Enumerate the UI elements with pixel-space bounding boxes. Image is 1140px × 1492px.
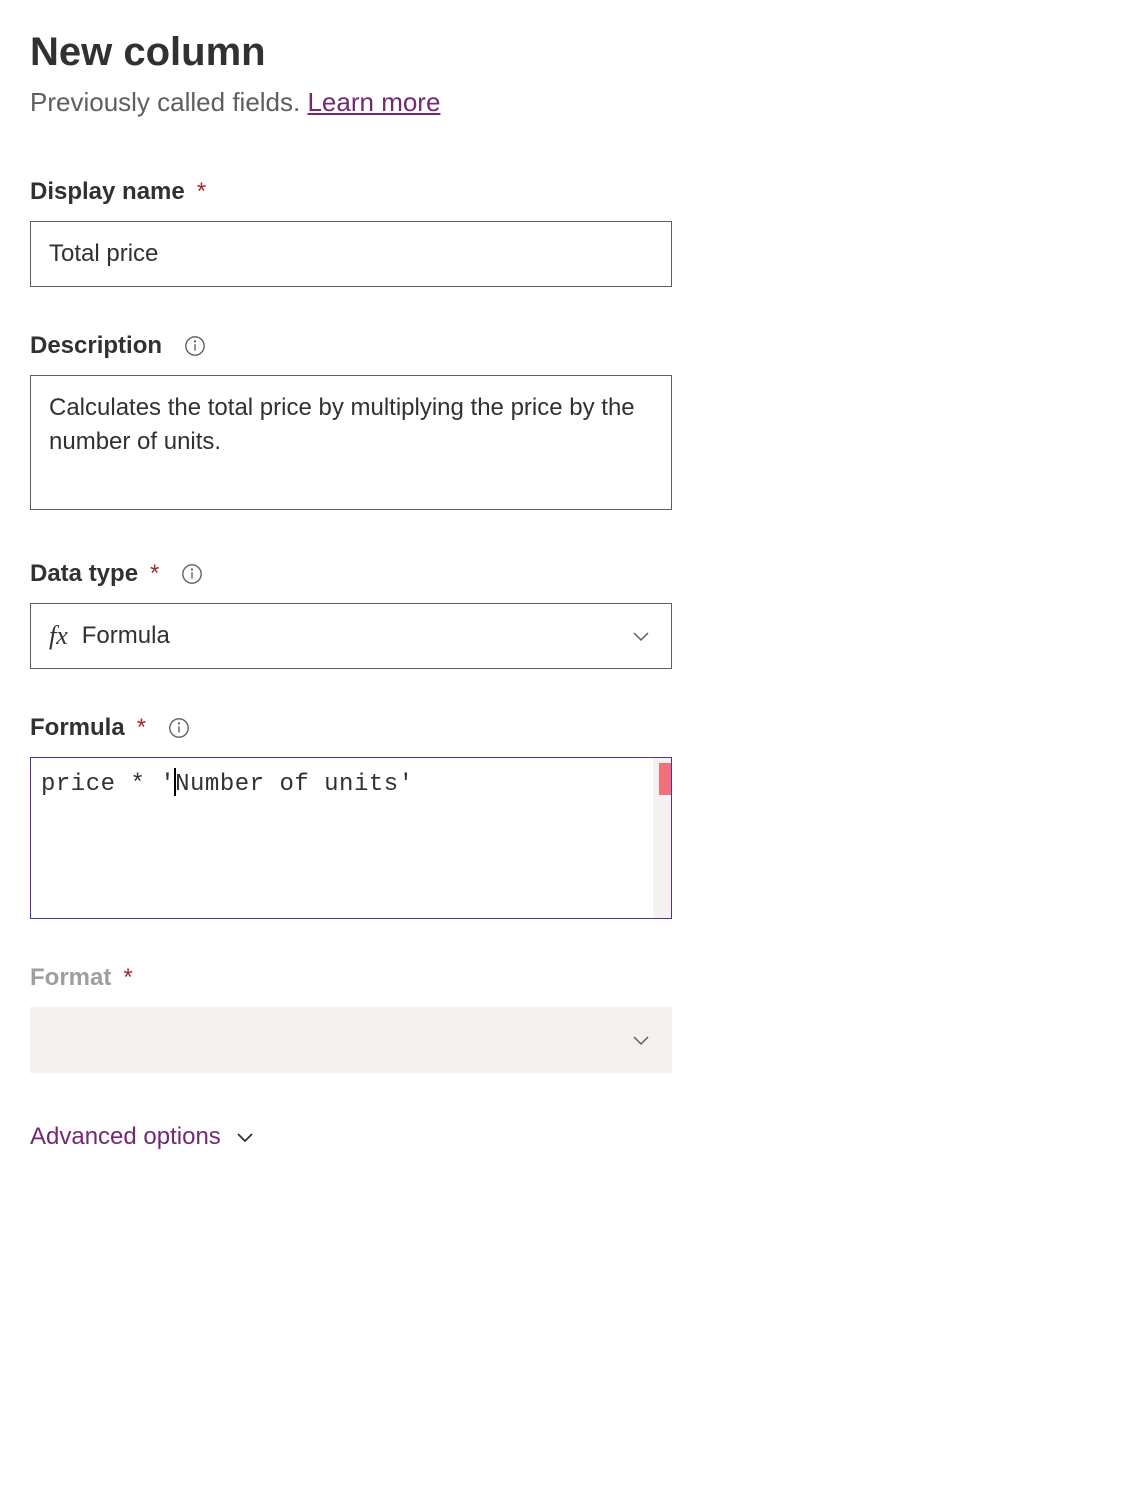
format-label: Format *	[30, 964, 1110, 992]
fx-icon: fx	[49, 621, 68, 651]
required-asterisk: *	[197, 178, 206, 206]
data-type-label: Data type *	[30, 560, 1110, 588]
field-group-description: Description Calculates the total price b…	[30, 332, 1110, 515]
info-icon[interactable]	[168, 717, 190, 739]
advanced-options-toggle[interactable]: Advanced options	[30, 1123, 1110, 1151]
page-subtitle: Previously called fields. Learn more	[30, 87, 1110, 118]
formula-label: Formula *	[30, 714, 1110, 742]
display-name-input[interactable]	[30, 221, 672, 287]
required-asterisk: *	[150, 560, 159, 588]
chevron-down-icon	[629, 624, 653, 648]
description-label: Description	[30, 332, 1110, 360]
field-group-display-name: Display name *	[30, 178, 1110, 287]
page-title: New column	[30, 30, 1110, 75]
chevron-down-icon	[629, 1028, 653, 1052]
field-group-data-type: Data type * fx Formula	[30, 560, 1110, 669]
learn-more-link[interactable]: Learn more	[307, 87, 440, 117]
formula-editor[interactable]: price * 'Number of units'	[30, 757, 672, 919]
display-name-label-text: Display name	[30, 178, 185, 206]
scrollbar[interactable]	[653, 758, 671, 918]
field-group-formula: Formula * price * 'Number of units'	[30, 714, 1110, 919]
formula-text: price * 'Number of units'	[41, 771, 414, 798]
scroll-error-marker	[659, 763, 671, 795]
data-type-label-text: Data type	[30, 560, 138, 588]
info-icon[interactable]	[184, 335, 206, 357]
text-cursor	[174, 768, 176, 796]
field-group-format: Format *	[30, 964, 1110, 1073]
advanced-options-label: Advanced options	[30, 1123, 221, 1151]
chevron-down-icon	[233, 1125, 257, 1149]
required-asterisk: *	[123, 964, 132, 992]
format-label-text: Format	[30, 964, 111, 992]
format-select	[30, 1007, 672, 1073]
info-icon[interactable]	[181, 563, 203, 585]
display-name-label: Display name *	[30, 178, 1110, 206]
description-input[interactable]: Calculates the total price by multiplyin…	[30, 375, 672, 510]
data-type-select[interactable]: fx Formula	[30, 603, 672, 669]
formula-label-text: Formula	[30, 714, 125, 742]
subtitle-text: Previously called fields.	[30, 87, 307, 117]
description-label-text: Description	[30, 332, 162, 360]
required-asterisk: *	[137, 714, 146, 742]
data-type-value: Formula	[82, 622, 629, 650]
